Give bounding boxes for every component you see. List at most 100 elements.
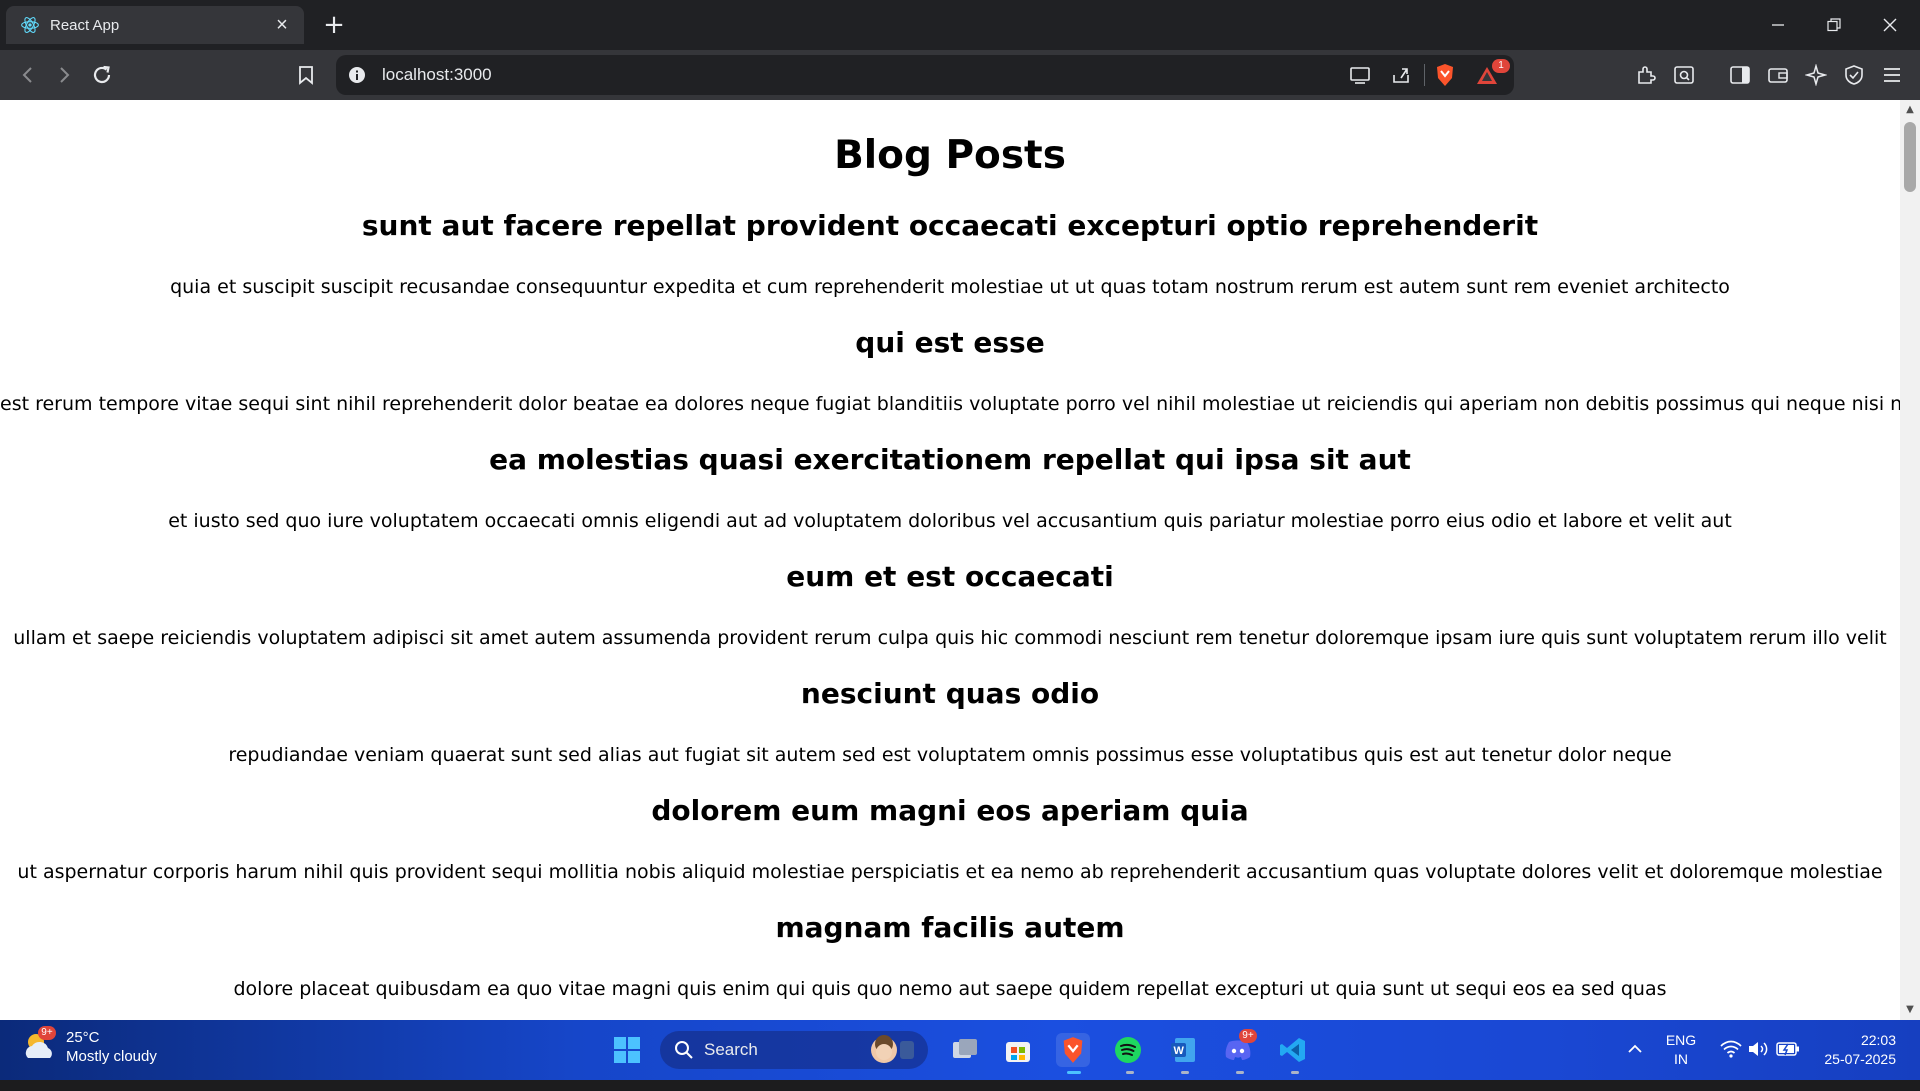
close-tab-icon[interactable]: × [268,11,296,39]
menu-button[interactable] [1878,61,1906,89]
back-arrow-icon [22,67,32,83]
wallet-button[interactable] [1764,61,1792,89]
post-body: dolore placeat quibusdam ea quo vitae ma… [233,978,1667,1000]
browser-toolbar: localhost:3000 1 [0,50,1920,100]
taskbar-search[interactable]: Search [660,1031,928,1069]
discord-badge: 9+ [1239,1029,1257,1043]
tab-search-button[interactable] [1670,61,1698,89]
windows-taskbar: 9+ 25°C Mostly cloudy Search W 9+ ENG IN… [0,1020,1920,1080]
weather-temp: 25°C [66,1029,100,1046]
tab-strip: React App × + [0,0,1920,50]
shield-icon [1845,65,1863,85]
weather-widget[interactable]: 9+ 25°C Mostly cloudy [20,1026,157,1066]
restore-icon [1827,18,1841,32]
cast-icon[interactable] [1349,65,1371,85]
rewards-badge: 1 [1492,59,1510,73]
post-body: est rerum tempore vitae sequi sint nihil… [0,393,1900,415]
page-title: Blog Posts [834,133,1066,178]
tab-title: React App [50,16,120,34]
clock-time: 22:03 [1860,1032,1896,1048]
start-button[interactable] [610,1033,644,1067]
back-button[interactable] [14,61,42,89]
taskbar-discord[interactable]: 9+ [1221,1029,1257,1067]
reload-icon [93,65,111,84]
post-body: et iusto sed quo iure voluptatem occaeca… [168,510,1732,532]
quick-settings[interactable] [1716,1020,1800,1080]
post-title: qui est esse [855,326,1045,359]
weather-badge: 9+ [38,1026,56,1040]
running-indicator [1291,1071,1299,1074]
minimize-icon [1772,24,1784,26]
weather-desc: Mostly cloudy [66,1048,157,1065]
clock-date: 25-07-2025 [1824,1051,1896,1067]
restore-button[interactable] [1806,0,1862,50]
vertical-scrollbar[interactable] [1900,100,1920,1020]
forward-button[interactable] [50,61,78,89]
spotify-icon [1115,1037,1141,1063]
language-code: ENG [1665,1032,1697,1048]
taskbar-spotify[interactable] [1111,1033,1145,1067]
page-viewport: Blog Posts sunt aut facere repellat prov… [0,100,1900,1020]
reload-button[interactable] [88,61,116,89]
minimize-button[interactable] [1750,0,1806,50]
leo-ai-button[interactable] [1802,61,1830,89]
post-title: eum et est occaecati [786,560,1114,593]
wallet-icon [1768,68,1788,83]
new-tab-button[interactable]: + [320,12,348,40]
input-language[interactable]: ENG IN [1664,1020,1698,1091]
post-body: ut aspernatur corporis harum nihil quis … [17,861,1883,883]
running-indicator [1236,1071,1244,1074]
battery-charging-icon [1776,1042,1799,1056]
taskbar-word[interactable]: W [1166,1033,1200,1067]
bookmark-icon [299,66,313,85]
hamburger-menu-icon [1884,68,1900,82]
tab-search-icon [1674,66,1694,84]
puzzle-icon [1638,66,1656,84]
sidebar-button[interactable] [1726,61,1754,89]
brave-shields-icon[interactable] [1434,63,1456,87]
site-info-icon[interactable] [348,66,366,84]
address-bar[interactable]: localhost:3000 1 [336,55,1514,95]
store-icon [1006,1042,1030,1062]
microsoft-store-button[interactable] [1001,1033,1035,1067]
scroll-down-arrow[interactable]: ▼ [1900,1002,1920,1018]
task-view-icon [953,1039,977,1058]
running-indicator [1181,1071,1189,1074]
windows-logo-icon [614,1037,640,1063]
weather-icon-wrap: 9+ [20,1026,58,1066]
close-icon [1883,18,1897,32]
volume-icon [1749,1042,1768,1056]
show-hidden-icons-button[interactable] [1620,1020,1650,1080]
react-icon [21,17,39,33]
search-label: Search [704,1040,758,1059]
scrollbar-thumb[interactable] [1904,122,1916,192]
scroll-up-arrow[interactable]: ▲ [1900,102,1920,118]
share-icon[interactable] [1390,65,1412,85]
divider [1424,64,1425,86]
tab-react-app[interactable]: React App × [6,6,304,44]
active-indicator [1067,1071,1081,1074]
post-body: quia et suscipit suscipit recusandae con… [170,276,1730,298]
wifi-icon [1720,1040,1742,1058]
running-indicator [1126,1071,1134,1074]
word-icon: W [1171,1038,1195,1062]
sidebar-icon [1730,66,1750,84]
brave-browser-icon [1063,1037,1083,1063]
post-title: magnam facilis autem [775,911,1125,944]
sparkle-icon [1805,64,1827,86]
url-text[interactable]: localhost:3000 [382,65,492,85]
post-title: ea molestias quasi exercitationem repell… [489,443,1411,476]
taskbar-vscode[interactable] [1276,1033,1310,1067]
search-highlight-icon [871,1035,914,1063]
bookmark-button[interactable] [292,61,320,89]
clock[interactable]: 22:03 25-07-2025 [1800,1020,1896,1091]
post-body: ullam et saepe reiciendis voluptatem adi… [13,627,1887,649]
close-window-button[interactable] [1862,0,1918,50]
task-view-button[interactable] [948,1033,982,1067]
extensions-button[interactable] [1632,61,1660,89]
post-title: nesciunt quas odio [800,677,1100,710]
taskbar-brave[interactable] [1056,1033,1090,1067]
vpn-button[interactable] [1840,61,1868,89]
search-icon [675,1041,693,1059]
post-title: sunt aut facere repellat provident occae… [361,209,1539,242]
